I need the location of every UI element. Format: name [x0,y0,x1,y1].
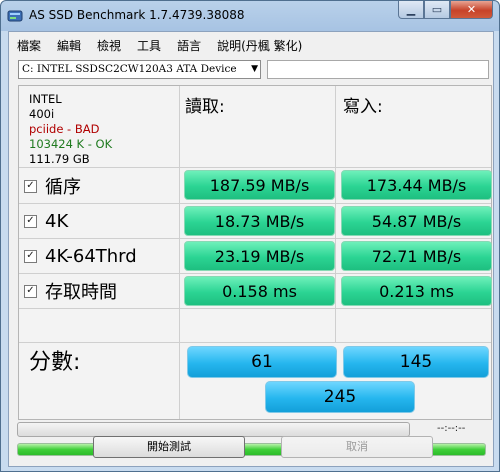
menu-file[interactable]: 檔案 [9,34,49,56]
drive-info: INTEL 400i pciide - BAD 103424 K - OK 11… [29,92,112,167]
menu-bar: 檔案 編輯 檢視 工具 語言 說明(丹楓 繁化) [9,34,310,56]
seq-checkbox[interactable]: ✓ [24,179,37,193]
4k-label: 4K [45,210,69,232]
device-info-field[interactable] [267,60,489,79]
4k64-write-result: 72.71 MB/s [341,241,492,271]
seq-read-result: 187.59 MB/s [184,170,335,200]
divider [19,273,491,274]
caption-buttons: ▁ ▭ ✕ [398,1,493,21]
drive-alignment-status: 103424 K - OK [29,137,113,151]
access-checkbox[interactable]: ✓ [24,284,37,298]
access-label: 存取時間 [45,282,117,303]
start-button[interactable]: 開始測試 [93,436,245,458]
test-row-seq: ✓ 循序 [24,170,81,202]
drive-capacity: 111.79 GB [29,152,90,166]
results-panel: INTEL 400i pciide - BAD 103424 K - OK 11… [18,85,492,420]
read-column-header: 讀取: [185,97,225,117]
window-title: AS SSD Benchmark 1.7.4739.38088 [29,8,245,22]
4k-write-result: 54.87 MB/s [341,206,492,236]
cancel-button[interactable]: 取消 [281,436,433,458]
test-row-4k: ✓ 4K [24,205,68,237]
4k64-checkbox[interactable]: ✓ [24,249,37,263]
4k64-read-result: 23.19 MB/s [184,241,335,271]
menu-view[interactable]: 檢視 [89,34,129,56]
write-score: 145 [343,346,489,378]
divider [19,308,491,309]
divider [335,86,336,342]
score-label: 分數: [29,350,81,375]
seq-label: 循序 [45,177,81,198]
progress-bar [17,422,410,437]
divider [19,342,491,343]
minimize-button[interactable]: ▁ [398,1,424,19]
device-dropdown[interactable]: C: INTEL SSDSC2CW120A3 ATA Device ▼ [18,60,261,79]
4k-read-result: 18.73 MB/s [184,206,335,236]
test-row-4k64: ✓ 4K-64Thrd [24,240,137,272]
seq-write-result: 173.44 MB/s [341,170,492,200]
divider [179,342,180,419]
4k64-label: 4K-64Thrd [45,245,137,267]
divider [19,167,491,168]
maximize-button[interactable]: ▭ [424,1,450,19]
divider [179,86,180,342]
menu-edit[interactable]: 編輯 [49,34,89,56]
read-score: 61 [187,346,337,378]
menu-language[interactable]: 語言 [169,34,209,56]
access-write-result: 0.213 ms [341,276,492,306]
device-dropdown-value: C: INTEL SSDSC2CW120A3 ATA Device [22,63,237,75]
drive-driver-status: pciide - BAD [29,122,100,136]
menu-tools[interactable]: 工具 [129,34,169,56]
test-row-access: ✓ 存取時間 [24,275,117,307]
app-icon [7,10,23,22]
elapsed-time: --:--:-- [437,423,466,434]
divider [19,238,491,239]
chevron-down-icon[interactable]: ▼ [251,61,258,78]
app-window: AS SSD Benchmark 1.7.4739.38088 ▁ ▭ ✕ 檔案… [0,0,500,472]
drive-vendor: INTEL [29,92,62,106]
total-score: 245 [265,381,415,413]
menu-help[interactable]: 說明(丹楓 繁化) [209,34,310,56]
client-area: 檔案 編輯 檢視 工具 語言 說明(丹楓 繁化) C: INTEL SSDSC2… [8,31,494,467]
access-read-result: 0.158 ms [184,276,335,306]
close-button[interactable]: ✕ [450,1,493,19]
title-bar[interactable]: AS SSD Benchmark 1.7.4739.38088 ▁ ▭ ✕ [1,1,499,31]
write-column-header: 寫入: [343,97,383,117]
4k-checkbox[interactable]: ✓ [24,214,37,228]
divider [19,203,491,204]
drive-firmware: 400i [29,107,55,121]
